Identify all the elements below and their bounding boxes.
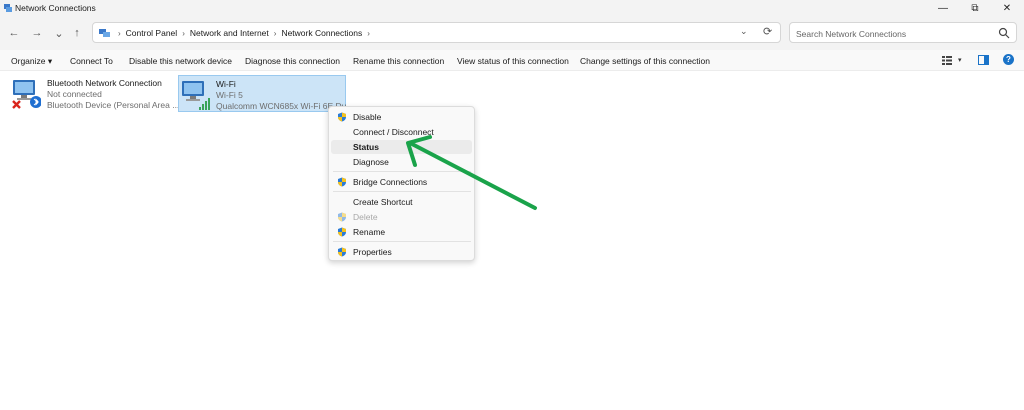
- close-button[interactable]: ✕: [992, 0, 1022, 16]
- menu-item-label: Rename: [353, 227, 386, 237]
- connection-device: Qualcomm WCN685x Wi-Fi 6E Du...: [216, 101, 346, 111]
- connection-device: Bluetooth Device (Personal Area ...: [47, 100, 180, 110]
- search-box[interactable]: [789, 22, 1017, 43]
- wifi-network-icon: [182, 81, 210, 110]
- connection-status: Wi-Fi 5: [216, 90, 243, 100]
- rename-connection-button[interactable]: Rename this connection: [353, 56, 444, 66]
- refresh-icon[interactable]: ⟳: [763, 25, 772, 38]
- bluetooth-network-icon: [12, 80, 41, 109]
- uac-shield-icon: [338, 177, 346, 187]
- help-button[interactable]: ?: [1003, 54, 1014, 65]
- connection-item-bluetooth[interactable]: Bluetooth Network Connection Not connect…: [10, 75, 179, 112]
- command-bar: Organize ▾ Connect To Disable this netwo…: [0, 50, 1024, 71]
- search-icon[interactable]: [998, 27, 1010, 39]
- connection-name: Bluetooth Network Connection: [47, 78, 162, 88]
- title-bar: Network Connections — ⧉ ✕: [0, 0, 1024, 16]
- breadcrumb-separator[interactable]: ›: [274, 29, 277, 38]
- uac-shield-icon: [338, 247, 346, 257]
- search-input[interactable]: [794, 25, 998, 42]
- change-settings-button[interactable]: Change settings of this connection: [580, 56, 710, 66]
- diagnose-connection-button[interactable]: Diagnose this connection: [245, 56, 340, 66]
- menu-item-rename[interactable]: Rename: [331, 225, 472, 239]
- menu-item-disable[interactable]: Disable: [331, 110, 472, 124]
- breadcrumb-network-connections[interactable]: Network Connections: [281, 28, 362, 38]
- breadcrumb-separator[interactable]: ›: [182, 29, 185, 38]
- menu-item-label: Properties: [353, 247, 392, 257]
- breadcrumb-separator[interactable]: ›: [367, 29, 370, 38]
- control-panel-icon: [99, 29, 110, 37]
- connection-status: Not connected: [47, 89, 102, 99]
- uac-shield-icon: [338, 212, 346, 222]
- maximize-button[interactable]: ⧉: [960, 0, 990, 16]
- minimize-button[interactable]: —: [928, 0, 958, 16]
- menu-separator: [333, 241, 471, 242]
- menu-item-label: Diagnose: [353, 157, 389, 167]
- breadcrumb-separator: ›: [118, 28, 121, 38]
- window-title: Network Connections: [15, 3, 96, 13]
- preview-pane-icon[interactable]: [978, 55, 989, 65]
- change-view-icon[interactable]: [942, 56, 952, 65]
- menu-item-properties[interactable]: Properties: [331, 245, 472, 259]
- connection-item-wifi[interactable]: Wi-Fi Wi-Fi 5 Qualcomm WCN685x Wi-Fi 6E …: [178, 75, 346, 112]
- network-connections-icon: [4, 4, 12, 12]
- recent-locations-button[interactable]: ⌄: [51, 25, 67, 41]
- disable-device-button[interactable]: Disable this network device: [129, 56, 232, 66]
- connection-name: Wi-Fi: [216, 79, 236, 89]
- menu-item-label: Status: [353, 142, 379, 152]
- view-options-dropdown[interactable]: ▾: [958, 56, 962, 64]
- connect-to-button[interactable]: Connect To: [70, 56, 113, 66]
- breadcrumb-control-panel[interactable]: Control Panel: [126, 28, 178, 38]
- breadcrumb-network-and-internet[interactable]: Network and Internet: [190, 28, 269, 38]
- up-button[interactable]: ↑: [69, 25, 85, 41]
- uac-shield-icon: [338, 227, 346, 237]
- forward-button[interactable]: →: [29, 25, 45, 41]
- view-status-button[interactable]: View status of this connection: [457, 56, 569, 66]
- organize-button[interactable]: Organize ▾: [11, 56, 52, 67]
- back-button[interactable]: ←: [6, 25, 22, 41]
- annotation-arrow-icon: [406, 135, 537, 210]
- menu-item-label: Delete: [353, 212, 378, 222]
- breadcrumb: › Control Panel › Network and Internet ›…: [113, 28, 375, 38]
- uac-shield-icon: [338, 112, 346, 122]
- address-bar[interactable]: › Control Panel › Network and Internet ›…: [92, 22, 781, 43]
- address-dropdown-icon[interactable]: ⌄: [740, 26, 748, 37]
- menu-item-label: Disable: [353, 112, 382, 122]
